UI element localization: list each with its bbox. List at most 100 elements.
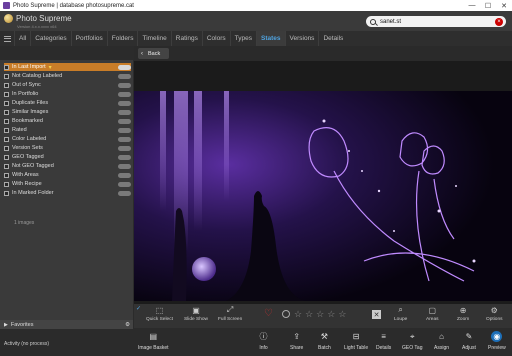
checkbox[interactable] bbox=[4, 82, 9, 88]
tab-colors[interactable]: Colors bbox=[201, 31, 230, 46]
tab-folders[interactable]: Folders bbox=[106, 31, 138, 46]
assign-button[interactable]: ⌂ Assign bbox=[434, 331, 449, 351]
preview-button[interactable]: ◉ Preview bbox=[488, 331, 506, 351]
state-item[interactable]: In Portfolio bbox=[4, 90, 131, 98]
state-toggle[interactable] bbox=[118, 118, 131, 124]
star-rating[interactable]: ☆ ☆ ☆ ☆ ☆ bbox=[294, 309, 349, 320]
quick-select-button[interactable]: ⬚ Quick Select bbox=[146, 305, 173, 323]
state-toggle[interactable] bbox=[118, 145, 131, 151]
tab-bar: All Categories Portfolios Folders Timeli… bbox=[0, 31, 512, 46]
checkbox[interactable] bbox=[4, 64, 9, 70]
state-item[interactable]: In Last Import ▾ bbox=[4, 63, 131, 71]
checkbox[interactable] bbox=[4, 136, 9, 142]
no-rating-icon[interactable] bbox=[282, 310, 290, 318]
gear-icon[interactable]: ⚙ bbox=[125, 322, 130, 328]
state-toggle[interactable] bbox=[118, 127, 131, 133]
back-button[interactable]: ‹ Back bbox=[138, 48, 169, 59]
checkbox[interactable] bbox=[4, 100, 9, 106]
tab-details[interactable]: Details bbox=[318, 31, 347, 46]
star-icon[interactable]: ☆ bbox=[305, 309, 313, 320]
adjust-button[interactable]: ✎ Adjust bbox=[462, 331, 476, 351]
search-input[interactable]: sanet.st bbox=[380, 19, 401, 25]
share-button[interactable]: ⇪ Share bbox=[290, 331, 303, 351]
checkbox[interactable] bbox=[4, 163, 9, 169]
favorites-bar[interactable]: ▶ Favorites ⚙ bbox=[0, 320, 133, 329]
state-toggle[interactable] bbox=[118, 136, 131, 142]
tab-versions[interactable]: Versions bbox=[284, 31, 319, 46]
batch-button[interactable]: ⚒ Batch bbox=[318, 331, 331, 351]
options-button[interactable]: ⚙ Options bbox=[486, 305, 503, 323]
star-icon[interactable]: ☆ bbox=[327, 309, 335, 320]
state-item[interactable]: GEO Tagged bbox=[4, 153, 131, 161]
checkbox[interactable] bbox=[4, 118, 9, 124]
state-item[interactable]: Rated bbox=[4, 126, 131, 134]
tab-states[interactable]: States bbox=[255, 31, 285, 46]
state-label: Duplicate Files bbox=[12, 100, 49, 106]
tab-portfolios[interactable]: Portfolios bbox=[70, 31, 107, 46]
state-item[interactable]: Out of Sync bbox=[4, 81, 131, 89]
tab-timeline[interactable]: Timeline bbox=[137, 31, 170, 46]
star-icon[interactable]: ☆ bbox=[338, 309, 346, 320]
state-item[interactable]: Bookmarked bbox=[4, 117, 131, 125]
slide-show-button[interactable]: ▣ Slide Show bbox=[184, 305, 208, 323]
left-bottom-area bbox=[0, 329, 133, 341]
state-item[interactable]: Similar Images bbox=[4, 108, 131, 116]
reject-icon[interactable]: ✕ bbox=[372, 310, 381, 319]
close-button[interactable]: ✕ bbox=[496, 0, 512, 11]
checkbox[interactable] bbox=[4, 109, 9, 115]
tab-types[interactable]: Types bbox=[229, 31, 256, 46]
heart-icon[interactable]: ♡ bbox=[264, 308, 273, 319]
image-basket-button[interactable]: ▤ Image Basket bbox=[138, 331, 169, 351]
checkbox[interactable] bbox=[4, 145, 9, 151]
state-toggle[interactable] bbox=[118, 163, 131, 169]
checkbox[interactable] bbox=[4, 154, 9, 160]
maximize-button[interactable]: ☐ bbox=[480, 0, 496, 11]
state-item[interactable]: Not Catalog Labeled bbox=[4, 72, 131, 80]
state-item[interactable]: In Marked Folder bbox=[4, 189, 131, 197]
state-toggle[interactable] bbox=[118, 181, 131, 187]
expand-arrow-icon[interactable]: ▶ bbox=[4, 322, 8, 328]
menu-icon[interactable] bbox=[4, 35, 11, 42]
areas-button[interactable]: ▢ Areas bbox=[426, 305, 439, 323]
light-table-button[interactable]: ⊟ Light Table bbox=[344, 331, 368, 351]
checkbox[interactable] bbox=[4, 127, 9, 133]
state-toggle[interactable] bbox=[118, 190, 131, 196]
star-icon[interactable]: ☆ bbox=[294, 309, 302, 320]
state-item[interactable]: Version Sets bbox=[4, 144, 131, 152]
checkbox[interactable] bbox=[4, 73, 9, 79]
state-item[interactable]: With Recipe bbox=[4, 180, 131, 188]
info-button[interactable]: ⓘ Info bbox=[258, 331, 269, 351]
checkbox[interactable] bbox=[4, 91, 9, 97]
state-toggle[interactable] bbox=[118, 154, 131, 160]
geo-tag-button[interactable]: ⌖ GEO Tag bbox=[402, 331, 422, 352]
loupe-button[interactable]: ⌕ Loupe bbox=[394, 305, 407, 322]
zoom-button[interactable]: ⊕ Zoom bbox=[457, 305, 469, 323]
star-icon[interactable]: ☆ bbox=[316, 309, 324, 320]
state-item[interactable]: Color Labeled bbox=[4, 135, 131, 143]
state-item[interactable]: Not GEO Tagged bbox=[4, 162, 131, 170]
minimize-button[interactable]: — bbox=[464, 0, 480, 11]
full-screen-button[interactable]: ⤢ Full Screen bbox=[218, 305, 242, 322]
brand: Photo Supreme Version 4.x.x.xxxx x64 bbox=[4, 14, 72, 29]
search-box[interactable]: sanet.st × bbox=[366, 16, 506, 27]
state-toggle[interactable] bbox=[118, 64, 131, 70]
state-toggle[interactable] bbox=[118, 100, 131, 106]
state-item[interactable]: Duplicate Files bbox=[4, 99, 131, 107]
tab-categories[interactable]: Categories bbox=[30, 31, 70, 46]
star-icon: ▾ bbox=[48, 64, 52, 71]
state-toggle[interactable] bbox=[118, 172, 131, 178]
tab-all[interactable]: All bbox=[14, 31, 30, 46]
details-button[interactable]: ≡ Details bbox=[376, 331, 391, 351]
checkbox[interactable] bbox=[4, 181, 9, 187]
clear-search-button[interactable]: × bbox=[495, 17, 503, 26]
state-toggle[interactable] bbox=[118, 91, 131, 97]
state-label: Color Labeled bbox=[12, 136, 47, 142]
checkbox[interactable] bbox=[4, 190, 9, 196]
checkbox[interactable] bbox=[4, 172, 9, 178]
state-item[interactable]: With Areas bbox=[4, 171, 131, 179]
state-toggle[interactable] bbox=[118, 73, 131, 79]
state-toggle[interactable] bbox=[118, 82, 131, 88]
tab-ratings[interactable]: Ratings bbox=[170, 31, 202, 46]
image-viewer[interactable] bbox=[134, 61, 512, 304]
state-toggle[interactable] bbox=[118, 109, 131, 115]
